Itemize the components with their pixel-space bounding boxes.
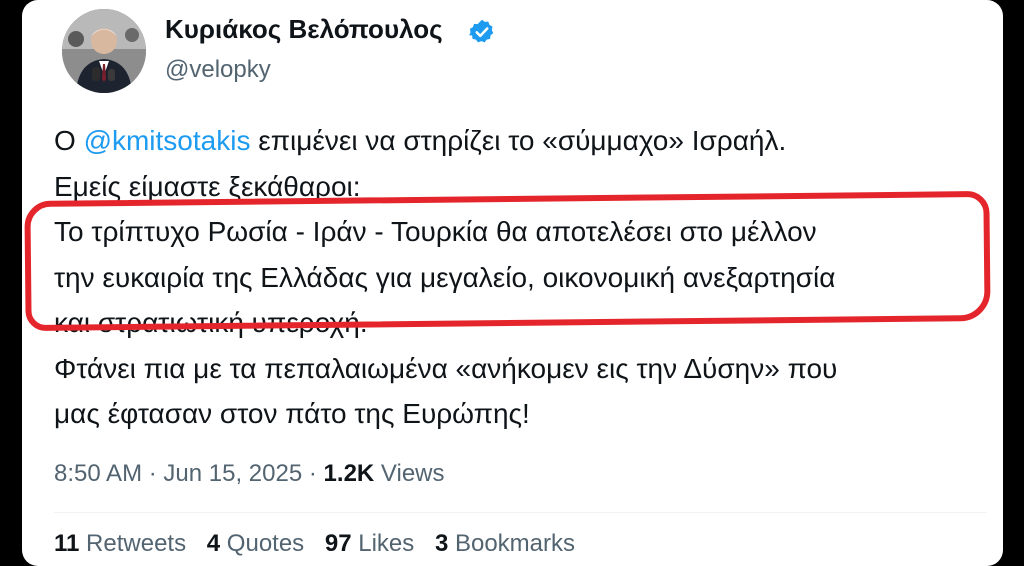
verified-badge-icon bbox=[469, 19, 494, 43]
stat-label: Quotes bbox=[226, 530, 305, 557]
tweet-date[interactable]: Jun 15, 2025 bbox=[163, 460, 302, 487]
author-display-name[interactable]: Κυριάκος Βελόπουλος bbox=[165, 14, 443, 45]
views-count: 1.2K bbox=[323, 460, 375, 487]
engagement-stats: 11 Retweets 4 Quotes 97 Likes 3 Bookmark… bbox=[54, 530, 589, 558]
stat-count: 97 bbox=[324, 530, 352, 557]
stat-label: Bookmarks bbox=[454, 530, 576, 557]
meta-separator: · bbox=[308, 460, 324, 487]
tweet-card: Κυριάκος Βελόπουλος @velopky Ο @kmitsota… bbox=[22, 0, 1003, 566]
tweet-line-prefix: Ο bbox=[54, 125, 84, 156]
stat-likes[interactable]: 97 Likes bbox=[325, 530, 414, 557]
tweet-line: Ο @kmitsotakis επιμένει να στηρίζει το «… bbox=[54, 118, 994, 164]
mention-link[interactable]: @kmitsotakis bbox=[84, 125, 251, 156]
red-highlight-annotation bbox=[24, 190, 991, 332]
tweet-line: μας έφτασαν στον πάτο της Ευρώπης! bbox=[54, 398, 530, 429]
avatar[interactable] bbox=[62, 9, 146, 93]
stat-label: Likes bbox=[358, 530, 415, 557]
author-handle[interactable]: @velopky bbox=[165, 56, 271, 84]
tweet-line: Φτάνει πια με τα πεπαλαιωμένα «ανήκομεν … bbox=[54, 352, 838, 384]
avatar-image bbox=[62, 9, 146, 93]
meta-separator: · bbox=[148, 460, 164, 487]
stat-retweets[interactable]: 11 Retweets bbox=[54, 530, 186, 557]
stat-bookmarks[interactable]: 3 Bookmarks bbox=[435, 530, 575, 557]
stat-count: 3 bbox=[434, 530, 449, 557]
tweet-time[interactable]: 8:50 AM bbox=[54, 460, 142, 487]
stat-quotes[interactable]: 4 Quotes bbox=[207, 530, 304, 557]
stat-count: 11 bbox=[54, 530, 80, 557]
stat-count: 4 bbox=[206, 530, 221, 557]
divider bbox=[54, 512, 987, 513]
tweet-line-suffix: επιμένει να στηρίζει το «σύμμαχο» Ισραήλ… bbox=[250, 125, 787, 156]
views-label: Views bbox=[380, 460, 445, 487]
tweet-meta: 8:50 AM · Jun 15, 2025 · 1.2K Views bbox=[54, 460, 445, 488]
stat-label: Retweets bbox=[86, 530, 187, 557]
